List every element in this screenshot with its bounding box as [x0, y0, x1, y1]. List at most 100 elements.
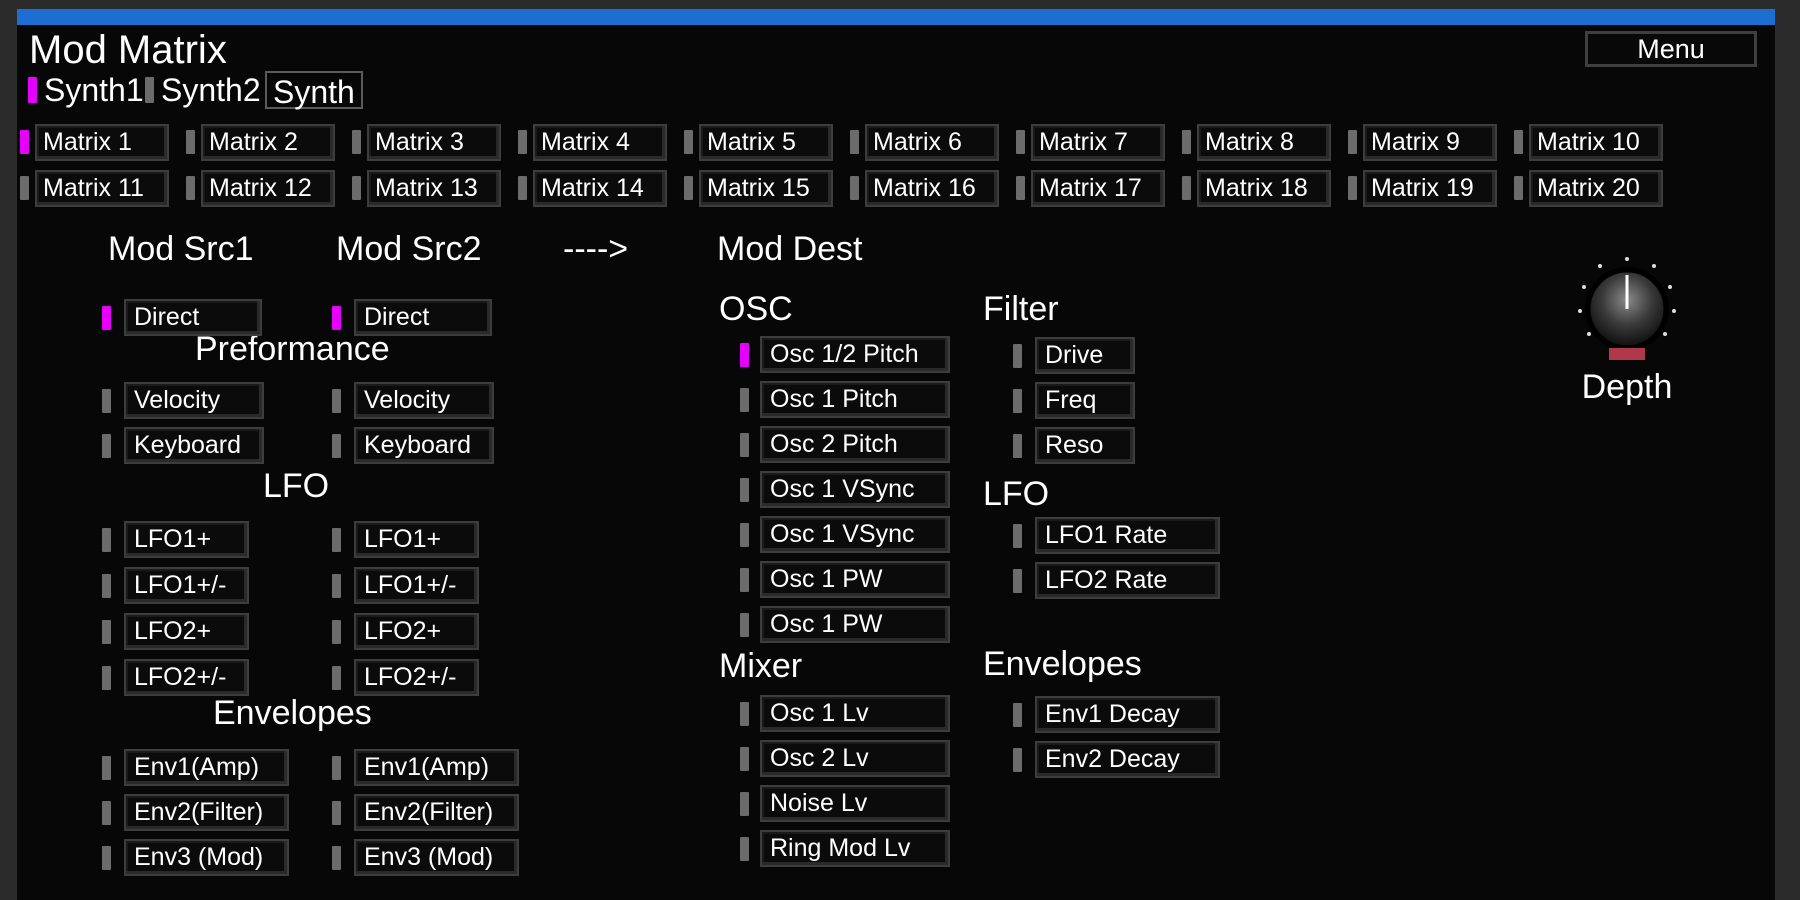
matrix-slot-button-17[interactable]: Matrix 17 [1031, 170, 1165, 207]
dest-envelopes-button-1[interactable]: Env1 Decay [1035, 696, 1220, 733]
dest-filter-button-3[interactable]: Reso [1035, 427, 1135, 464]
matrix-slot-indicator-15 [684, 176, 693, 200]
src2-lfo-indicator-1 [332, 528, 341, 552]
page-title: Mod Matrix [29, 28, 227, 72]
matrix-slot-button-14[interactable]: Matrix 14 [533, 170, 667, 207]
src2-keyboard-button[interactable]: Keyboard [354, 427, 494, 464]
src1-lfo-button-4[interactable]: LFO2+/- [124, 659, 249, 696]
dest-osc-button-3[interactable]: Osc 2 Pitch [760, 426, 950, 463]
src2-direct-button[interactable]: Direct [354, 299, 492, 336]
dest-mixer-indicator-1 [740, 702, 749, 726]
src2-lfo-button-2[interactable]: LFO1+/- [354, 567, 479, 604]
dest-mixer-button-4[interactable]: Ring Mod Lv [760, 830, 950, 867]
matrix-slot-indicator-10 [1514, 130, 1523, 154]
envelopes-heading: Envelopes [213, 694, 372, 732]
dest-osc-button-1[interactable]: Osc 1/2 Pitch [760, 336, 950, 373]
knob-icon[interactable] [1567, 249, 1687, 369]
dest-osc-button-4[interactable]: Osc 1 VSync [760, 471, 950, 508]
synth-tab-synth1[interactable]: Synth1 [44, 71, 144, 109]
matrix-slot-button-4[interactable]: Matrix 4 [533, 124, 667, 161]
src1-envelope-button-3[interactable]: Env3 (Mod) [124, 839, 289, 876]
src2-lfo-indicator-3 [332, 620, 341, 644]
src2-envelope-button-1[interactable]: Env1(Amp) [354, 749, 519, 786]
synth-tab-synth2[interactable]: Synth2 [161, 71, 261, 109]
src1-lfo-indicator-1 [102, 528, 111, 552]
dest-mixer-button-2[interactable]: Osc 2 Lv [760, 740, 950, 777]
matrix-slot-indicator-16 [850, 176, 859, 200]
src1-envelope-button-2[interactable]: Env2(Filter) [124, 794, 289, 831]
dest-lfo-indicator-2 [1013, 569, 1022, 593]
matrix-slot-button-12[interactable]: Matrix 12 [201, 170, 335, 207]
src2-velocity-button[interactable]: Velocity [354, 382, 494, 419]
src1-envelope-indicator-1 [102, 756, 111, 780]
src1-envelope-indicator-3 [102, 846, 111, 870]
matrix-slot-button-15[interactable]: Matrix 15 [699, 170, 833, 207]
matrix-slot-indicator-3 [352, 130, 361, 154]
filter-heading: Filter [983, 290, 1059, 328]
dest-mixer-indicator-4 [740, 837, 749, 861]
depth-label: Depth [1581, 368, 1673, 406]
dest-osc-button-7[interactable]: Osc 1 PW [760, 606, 950, 643]
matrix-slot-button-10[interactable]: Matrix 10 [1529, 124, 1663, 161]
dest-envelopes-indicator-1 [1013, 703, 1022, 727]
src1-direct-indicator [102, 306, 111, 330]
dest-lfo-indicator-1 [1013, 524, 1022, 548]
src2-lfo-button-3[interactable]: LFO2+ [354, 613, 479, 650]
matrix-slot-button-6[interactable]: Matrix 6 [865, 124, 999, 161]
src1-lfo-button-3[interactable]: LFO2+ [124, 613, 249, 650]
menu-button[interactable]: Menu [1585, 31, 1757, 67]
matrix-slot-button-1[interactable]: Matrix 1 [35, 124, 169, 161]
dest-mixer-indicator-2 [740, 747, 749, 771]
src1-lfo-button-2[interactable]: LFO1+/- [124, 567, 249, 604]
matrix-slot-button-8[interactable]: Matrix 8 [1197, 124, 1331, 161]
dest-envelopes-indicator-2 [1013, 748, 1022, 772]
matrix-slot-button-7[interactable]: Matrix 7 [1031, 124, 1165, 161]
dest-lfo-button-1[interactable]: LFO1 Rate [1035, 517, 1220, 554]
src2-lfo-button-1[interactable]: LFO1+ [354, 521, 479, 558]
matrix-slot-indicator-2 [186, 130, 195, 154]
dest-mixer-indicator-3 [740, 792, 749, 816]
src2-envelope-indicator-1 [332, 756, 341, 780]
src1-direct-button[interactable]: Direct [124, 299, 262, 336]
dest-osc-button-5[interactable]: Osc 1 VSync [760, 516, 950, 553]
dest-mixer-button-3[interactable]: Noise Lv [760, 785, 950, 822]
dest-osc-button-2[interactable]: Osc 1 Pitch [760, 381, 950, 418]
matrix-slot-button-3[interactable]: Matrix 3 [367, 124, 501, 161]
dest-osc-button-6[interactable]: Osc 1 PW [760, 561, 950, 598]
matrix-slot-button-16[interactable]: Matrix 16 [865, 170, 999, 207]
matrix-slot-indicator-13 [352, 176, 361, 200]
matrix-slot-indicator-4 [518, 130, 527, 154]
synth-tab-indicator-2 [145, 77, 154, 103]
matrix-slot-button-5[interactable]: Matrix 5 [699, 124, 833, 161]
dest-filter-button-2[interactable]: Freq [1035, 382, 1135, 419]
src2-performance-indicator-1 [332, 389, 341, 413]
matrix-slot-button-13[interactable]: Matrix 13 [367, 170, 501, 207]
matrix-slot-button-19[interactable]: Matrix 19 [1363, 170, 1497, 207]
matrix-slot-button-9[interactable]: Matrix 9 [1363, 124, 1497, 161]
src1-envelope-button-1[interactable]: Env1(Amp) [124, 749, 289, 786]
src2-envelope-button-2[interactable]: Env2(Filter) [354, 794, 519, 831]
mod-src1-heading: Mod Src1 [108, 230, 254, 268]
matrix-slot-indicator-20 [1514, 176, 1523, 200]
synth-tab-indicator-1 [28, 77, 37, 103]
src1-lfo-indicator-4 [102, 666, 111, 690]
src2-envelope-indicator-2 [332, 801, 341, 825]
src2-envelope-button-3[interactable]: Env3 (Mod) [354, 839, 519, 876]
matrix-slot-indicator-14 [518, 176, 527, 200]
matrix-slot-indicator-5 [684, 130, 693, 154]
src2-lfo-button-4[interactable]: LFO2+/- [354, 659, 479, 696]
dest-filter-button-1[interactable]: Drive [1035, 337, 1135, 374]
dest-envelopes-button-2[interactable]: Env2 Decay [1035, 741, 1220, 778]
dest-mixer-button-1[interactable]: Osc 1 Lv [760, 695, 950, 732]
matrix-slot-button-20[interactable]: Matrix 20 [1529, 170, 1663, 207]
src1-velocity-button[interactable]: Velocity [124, 382, 264, 419]
src1-lfo-button-1[interactable]: LFO1+ [124, 521, 249, 558]
dest-lfo-button-2[interactable]: LFO2 Rate [1035, 562, 1220, 599]
matrix-slot-button-18[interactable]: Matrix 18 [1197, 170, 1331, 207]
src1-keyboard-button[interactable]: Keyboard [124, 427, 264, 464]
matrix-slot-button-2[interactable]: Matrix 2 [201, 124, 335, 161]
synth-tab-synth[interactable]: Synth [265, 71, 363, 110]
matrix-slot-button-11[interactable]: Matrix 11 [35, 170, 169, 207]
src2-envelope-indicator-3 [332, 846, 341, 870]
mod-dest-heading: Mod Dest [717, 230, 863, 268]
